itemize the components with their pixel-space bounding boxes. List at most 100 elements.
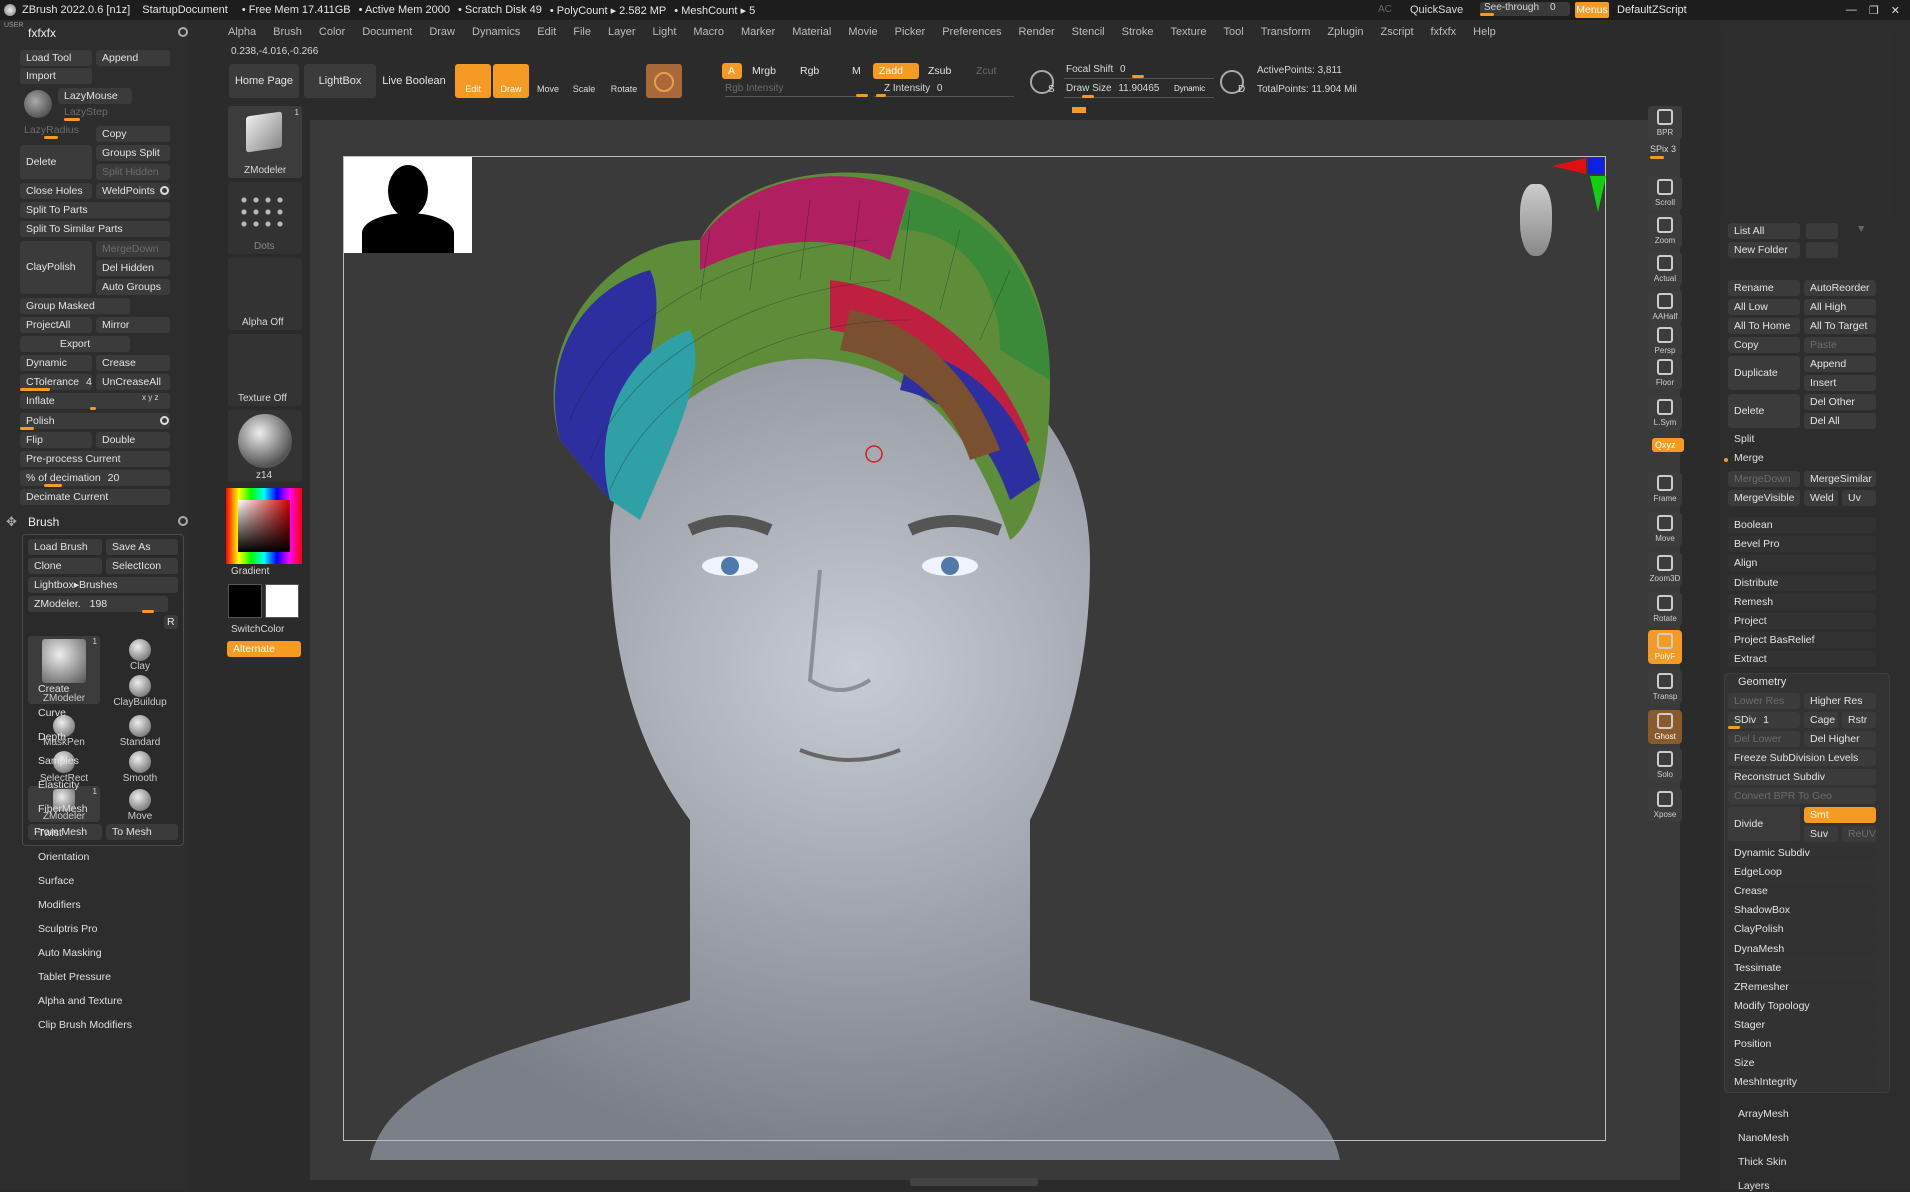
refresh-icon[interactable] xyxy=(178,27,188,37)
menu-stroke[interactable]: Stroke xyxy=(1122,26,1154,38)
l-sym-button[interactable]: L.Sym xyxy=(1648,396,1682,430)
load-tool-button[interactable]: Load Tool xyxy=(20,50,92,66)
geometry-claypolish[interactable]: ClayPolish xyxy=(1728,921,1876,938)
brush-pin-icon[interactable]: ✥ xyxy=(6,514,20,529)
del-higher-button[interactable]: Del Higher xyxy=(1804,731,1876,747)
menu-help[interactable]: Help xyxy=(1473,26,1496,38)
polish-toggle-icon[interactable] xyxy=(160,416,169,425)
del-other-button[interactable]: Del Other xyxy=(1804,394,1876,410)
menu-tool[interactable]: Tool xyxy=(1224,26,1244,38)
import-button[interactable]: Import xyxy=(20,68,92,84)
quicksave-button[interactable]: QuickSave xyxy=(1410,4,1463,16)
color-picker[interactable] xyxy=(226,488,302,564)
geometry-position[interactable]: Position xyxy=(1728,1036,1876,1052)
spix-slider[interactable]: SPix 3 xyxy=(1650,144,1676,154)
rgb-intensity-slider[interactable]: Rgb Intensity xyxy=(725,83,783,94)
brush-submenu-auto-masking[interactable]: Auto Masking xyxy=(38,947,102,959)
preprocess-current-button[interactable]: Pre-process Current xyxy=(20,451,170,467)
brush-submenu-create[interactable]: Create xyxy=(38,683,70,695)
brush-reset-button[interactable]: R xyxy=(164,615,178,629)
subtool-extract[interactable]: Extract xyxy=(1728,651,1876,668)
gradient-label[interactable]: Gradient xyxy=(231,566,269,577)
menu-color[interactable]: Color xyxy=(319,26,345,38)
aahalf-button[interactable]: AAHalf xyxy=(1648,290,1682,324)
merge-similar-button[interactable]: MergeSimilar xyxy=(1804,471,1876,487)
mirror-button[interactable]: Mirror xyxy=(96,317,170,333)
select-icon-button[interactable]: SelectIcon xyxy=(106,558,178,574)
menu-light[interactable]: Light xyxy=(653,26,677,38)
brush-submenu-orientation[interactable]: Orientation xyxy=(38,851,89,863)
lightbox-button[interactable]: LightBox xyxy=(304,64,376,98)
switch-color-button[interactable]: SwitchColor xyxy=(231,624,284,635)
lazystep-slider[interactable]: LazyStep xyxy=(64,106,108,118)
axis-gizmo-icon[interactable] xyxy=(1550,156,1608,216)
bottom-shelf-toggle-icon[interactable] xyxy=(910,1178,1038,1186)
lightbox-brushes-button[interactable]: Lightbox▸Brushes xyxy=(28,577,178,593)
tool-submenu-arraymesh[interactable]: ArrayMesh xyxy=(1738,1108,1789,1120)
dynamic-size-toggle[interactable]: Dynamic xyxy=(1174,84,1205,93)
claypolish-button[interactable]: ClayPolish xyxy=(20,241,92,294)
all-to-home-button[interactable]: All To Home xyxy=(1728,318,1800,334)
geometry-crease[interactable]: Crease xyxy=(1728,883,1876,900)
delete-button[interactable]: Delete xyxy=(20,145,92,179)
geometry-shadowbox[interactable]: ShadowBox xyxy=(1728,902,1876,919)
transp-button[interactable]: Transp xyxy=(1648,670,1682,704)
split-hidden-button[interactable]: Split Hidden xyxy=(96,164,170,180)
menu-fxfxfx[interactable]: fxfxfx xyxy=(1431,26,1457,38)
menu-zplugin[interactable]: Zplugin xyxy=(1327,26,1363,38)
rotate-button[interactable]: Rotate xyxy=(1648,592,1682,626)
save-as-button[interactable]: Save As xyxy=(106,539,178,555)
double-button[interactable]: Double xyxy=(96,432,170,448)
frame-button[interactable]: Frame xyxy=(1648,472,1682,506)
subtool-boolean[interactable]: Boolean xyxy=(1728,517,1876,533)
polish-slider[interactable]: Polish xyxy=(20,413,170,429)
solo-button[interactable]: Solo xyxy=(1648,748,1682,782)
split-to-parts-button[interactable]: Split To Parts xyxy=(20,202,170,218)
lazyradius-slider[interactable]: LazyRadius xyxy=(24,124,79,136)
geometry-tessimate[interactable]: Tessimate xyxy=(1728,959,1876,976)
m-button[interactable]: M xyxy=(846,63,866,79)
brush-standard[interactable]: Standard xyxy=(104,712,176,748)
tool-submenu-nanomesh[interactable]: NanoMesh xyxy=(1738,1132,1789,1144)
lazymouse-button[interactable]: LazyMouse xyxy=(58,88,132,104)
insert-button[interactable]: Insert xyxy=(1804,375,1876,391)
xpose-button[interactable]: Xpose xyxy=(1648,788,1682,822)
tool-submenu-layers[interactable]: Layers xyxy=(1738,1180,1770,1192)
merge-down-button[interactable]: MergeDown xyxy=(1728,471,1800,487)
geometry-header[interactable]: Geometry xyxy=(1738,676,1786,688)
texture-tile[interactable]: Texture Off xyxy=(228,334,302,406)
menu-dynamics[interactable]: Dynamics xyxy=(472,26,520,38)
live-boolean-button[interactable]: Live Boolean xyxy=(378,64,450,98)
menu-stencil[interactable]: Stencil xyxy=(1072,26,1105,38)
brush-submenu-curve[interactable]: Curve xyxy=(38,707,66,719)
dynamic-button[interactable]: Dynamic xyxy=(20,355,92,371)
see-through-slider[interactable]: See-through 0 xyxy=(1480,2,1570,16)
menu-render[interactable]: Render xyxy=(1019,26,1055,38)
subtool-list[interactable] xyxy=(1726,26,1890,222)
zoom-button[interactable]: Zoom xyxy=(1648,214,1682,248)
menus-toggle[interactable]: Menus xyxy=(1575,2,1609,18)
brush-submenu-depth[interactable]: Depth xyxy=(38,731,66,743)
all-to-target-button[interactable]: All To Target xyxy=(1804,318,1876,334)
export-button[interactable]: Export xyxy=(20,336,130,352)
weld-button[interactable]: Weld xyxy=(1804,490,1838,506)
decimate-current-button[interactable]: Decimate Current xyxy=(20,489,170,505)
rgb-button[interactable]: Rgb xyxy=(794,63,834,79)
mergedown-button[interactable]: MergeDown xyxy=(96,241,170,257)
focal-shift-slider[interactable]: Focal Shift 0 xyxy=(1066,64,1126,75)
zadd-button[interactable]: Zadd xyxy=(873,63,919,79)
brush-submenu-tablet-pressure[interactable]: Tablet Pressure xyxy=(38,971,111,983)
geometry-modify-topology[interactable]: Modify Topology xyxy=(1728,997,1876,1014)
paste-subtool-button[interactable]: Paste xyxy=(1804,337,1876,353)
geometry-meshintegrity[interactable]: MeshIntegrity xyxy=(1728,1074,1876,1091)
move-button[interactable]: Move xyxy=(530,64,566,98)
flip-button[interactable]: Flip xyxy=(20,432,92,448)
brush-submenu-clip-brush-modifiers[interactable]: Clip Brush Modifiers xyxy=(38,1019,132,1031)
brush-submenu-sculptris-pro[interactable]: Sculptris Pro xyxy=(38,923,98,935)
rstr-button[interactable]: Rstr xyxy=(1842,712,1876,728)
polyf-button[interactable]: PolyF xyxy=(1648,630,1682,664)
menu-movie[interactable]: Movie xyxy=(848,26,877,38)
home-page-button[interactable]: Home Page xyxy=(229,64,299,98)
append-button[interactable]: Append xyxy=(96,50,170,66)
brush-submenu-fibermesh[interactable]: FiberMesh xyxy=(38,803,88,815)
